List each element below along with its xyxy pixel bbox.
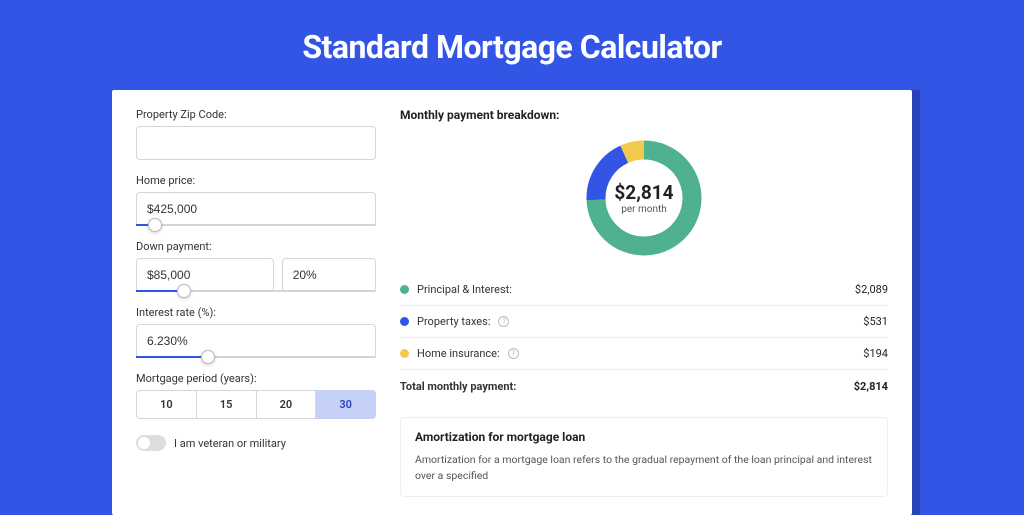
page-title: Standard Mortgage Calculator — [0, 0, 1024, 90]
interest-label: Interest rate (%): — [136, 306, 376, 319]
interest-slider[interactable] — [136, 356, 376, 358]
period-label: Mortgage period (years): — [136, 372, 376, 385]
amortization-title: Amortization for mortgage loan — [415, 430, 873, 444]
home-price-field: Home price: — [136, 174, 376, 226]
total-label: Total monthly payment: — [400, 380, 516, 393]
down-payment-field: Down payment: — [136, 240, 376, 292]
breakdown-title: Monthly payment breakdown: — [400, 108, 888, 122]
zip-field: Property Zip Code: — [136, 108, 376, 160]
donut-center-sub: per month — [621, 204, 667, 215]
donut-center-value: $2,814 — [614, 181, 673, 204]
period-button-10[interactable]: 10 — [136, 390, 197, 419]
breakdown-panel: Monthly payment breakdown: $2,814 per mo… — [400, 108, 888, 497]
veteran-label: I am veteran or military — [174, 437, 286, 450]
period-button-15[interactable]: 15 — [197, 390, 257, 419]
down-payment-label: Down payment: — [136, 240, 376, 253]
breakdown-row-0: Principal & Interest: $2,089 — [400, 274, 888, 305]
down-payment-pct-input[interactable] — [282, 258, 376, 292]
down-payment-slider[interactable] — [136, 290, 376, 292]
breakdown-line-label: Principal & Interest: — [417, 283, 512, 296]
amortization-text: Amortization for a mortgage loan refers … — [415, 452, 873, 484]
period-button-20[interactable]: 20 — [257, 390, 317, 419]
donut-wrap: $2,814 per month — [400, 126, 888, 274]
breakdown-lines: Principal & Interest: $2,089 Property taxe… — [400, 274, 888, 369]
legend-dot — [400, 349, 409, 358]
donut-chart: $2,814 per month — [582, 136, 706, 260]
amortization-card: Amortization for mortgage loan Amortizat… — [400, 417, 888, 497]
help-icon[interactable]: ? — [498, 316, 509, 327]
legend-dot — [400, 285, 409, 294]
period-button-30[interactable]: 30 — [316, 390, 376, 419]
interest-field: Interest rate (%): — [136, 306, 376, 358]
inputs-panel: Property Zip Code: Home price: Down paym… — [136, 108, 376, 497]
total-value: $2,814 — [854, 380, 888, 393]
breakdown-row-2: Home insurance:? $194 — [400, 337, 888, 369]
home-price-input[interactable] — [136, 192, 376, 226]
zip-label: Property Zip Code: — [136, 108, 376, 121]
veteran-row: I am veteran or military — [136, 435, 376, 451]
breakdown-line-value: $194 — [863, 347, 888, 360]
help-icon[interactable]: ? — [508, 348, 519, 359]
breakdown-line-value: $2,089 — [855, 283, 888, 296]
calculator-card: Property Zip Code: Home price: Down paym… — [112, 90, 912, 515]
total-row: Total monthly payment: $2,814 — [400, 369, 888, 403]
breakdown-line-value: $531 — [863, 315, 888, 328]
home-price-label: Home price: — [136, 174, 376, 187]
period-field: Mortgage period (years): 10152030 — [136, 372, 376, 419]
breakdown-row-1: Property taxes:? $531 — [400, 305, 888, 337]
home-price-slider[interactable] — [136, 224, 376, 226]
down-payment-amount-input[interactable] — [136, 258, 274, 292]
period-buttons: 10152030 — [136, 390, 376, 419]
veteran-toggle[interactable] — [136, 435, 166, 451]
interest-input[interactable] — [136, 324, 376, 358]
legend-dot — [400, 317, 409, 326]
breakdown-line-label: Property taxes: — [417, 315, 490, 328]
breakdown-line-label: Home insurance: — [417, 347, 500, 360]
zip-input[interactable] — [136, 126, 376, 160]
